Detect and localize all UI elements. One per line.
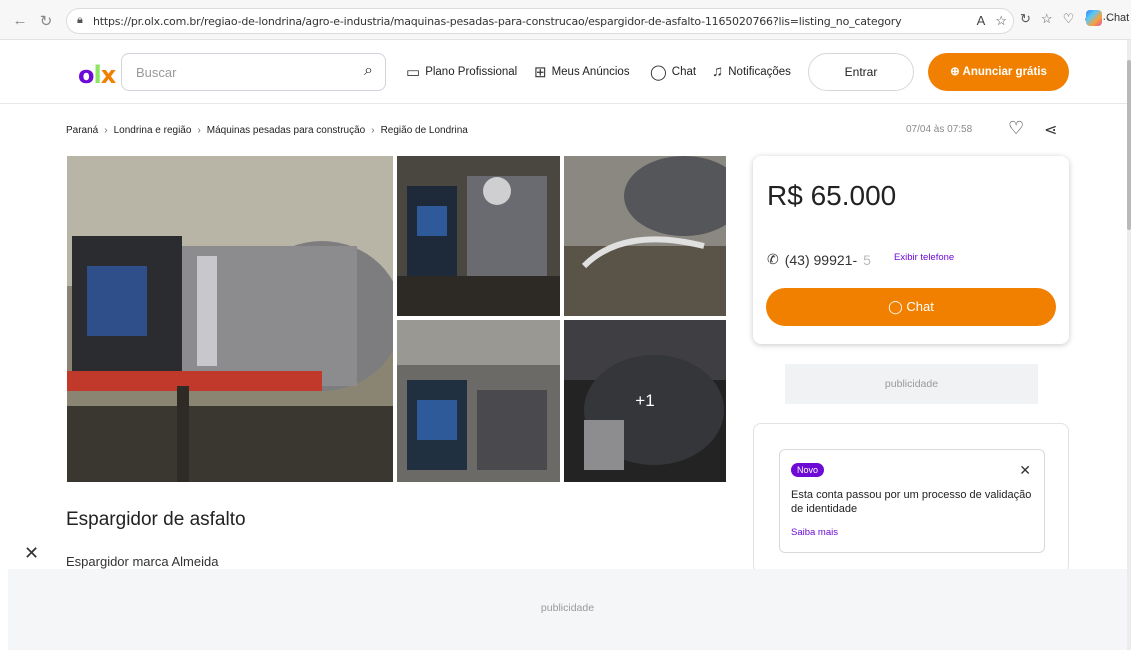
browser-toolbar: ← ↻ 🔒︎ https://pr.olx.com.br/regiao-de-l… (0, 0, 1131, 40)
main-photo[interactable] (67, 156, 393, 482)
bell-icon: ♫ (712, 63, 724, 80)
site-header: olx Buscar ⌕ ▭ Plano Profissional ⊞ Meus A… (0, 40, 1131, 104)
more-photos-label[interactable]: +1 (564, 320, 726, 482)
breadcrumb-item[interactable]: Máquinas pesadas para construção (207, 125, 365, 136)
olx-logo[interactable]: olx (78, 61, 116, 89)
copilot-icon (1086, 10, 1102, 26)
photo-thumb-2[interactable] (397, 156, 560, 316)
price-card: R$ 65.000 ✆ (43) 99921- 5 Exibir telefone… (753, 156, 1069, 344)
search-input[interactable]: Buscar ⌕ (121, 53, 386, 91)
breadcrumb: Paraná › Londrina e região › Máquinas pesa… (66, 125, 468, 136)
read-aloud-icon[interactable]: A (977, 13, 986, 29)
refresh-page-icon[interactable]: ↻ (1020, 11, 1031, 27)
photo-thumb-5[interactable]: +1 (564, 320, 726, 482)
nav-chat[interactable]: ◯ Chat (650, 63, 696, 81)
post-ad-button[interactable]: ⊕ Anunciar grátis (928, 53, 1069, 91)
refresh-icon[interactable]: ↻ (38, 12, 54, 30)
briefcase-icon: ▭ (406, 64, 421, 81)
heart-icon[interactable]: ♡ (1008, 118, 1024, 139)
show-phone-link[interactable]: Exibir telefone (894, 252, 954, 263)
breadcrumb-item[interactable]: Paraná (66, 125, 98, 136)
chat-icon: ◯ (650, 64, 667, 81)
listing-title: Espargidor de asfalto (66, 509, 246, 530)
price: R$ 65.000 (767, 180, 897, 211)
ad-slot-bottom: publicidade (8, 569, 1127, 650)
lock-icon: 🔒︎ (77, 14, 83, 26)
collections-icon[interactable]: ♡ (1063, 11, 1075, 27)
photo-thumb-4[interactable] (397, 320, 560, 482)
grid-icon: ⊞ (534, 64, 547, 81)
ad-slot-small: publicidade (785, 364, 1038, 404)
close-notice-icon[interactable]: ✕ (1019, 462, 1031, 479)
share-icon[interactable]: ⋖ (1044, 120, 1057, 140)
chat-bubble-icon: ◯ (888, 299, 907, 314)
posted-date: 07/04 às 07:58 (906, 124, 973, 135)
scrollbar-thumb[interactable] (1127, 60, 1131, 230)
address-bar[interactable]: 🔒︎ https://pr.olx.com.br/regiao-de-londr… (66, 8, 1014, 34)
phone-icon: ✆ (767, 251, 779, 267)
truck-photo (67, 156, 393, 482)
back-icon[interactable]: ← (12, 12, 28, 29)
nav-plano-profissional[interactable]: ▭ Plano Profissional (406, 63, 517, 81)
copilot-button[interactable]: Chat (1086, 10, 1129, 26)
close-icon[interactable]: ✕ (24, 543, 39, 564)
add-circle-icon: ⊕ (950, 66, 963, 78)
learn-more-link[interactable]: Saiba mais (791, 527, 838, 538)
search-icon[interactable]: ⌕ (364, 62, 373, 80)
photo-thumb-3[interactable] (564, 156, 726, 316)
favorites-icon[interactable]: ☆ (1041, 11, 1053, 27)
url-text[interactable]: https://pr.olx.com.br/regiao-de-londrina… (93, 15, 902, 28)
search-placeholder: Buscar (136, 65, 177, 80)
listing-description: Espargidor marca Almeida (66, 554, 219, 569)
breadcrumb-item[interactable]: Região de Londrina (381, 125, 468, 136)
nav-meus-anuncios[interactable]: ⊞ Meus Anúncios (534, 63, 630, 81)
verification-text: Esta conta passou por um processo de val… (791, 489, 1032, 515)
favorite-star-icon[interactable]: ☆ (995, 13, 1007, 29)
copilot-label: Chat (1106, 12, 1130, 24)
new-badge: Novo (791, 463, 825, 477)
chat-button[interactable]: ◯ Chat (766, 288, 1056, 326)
verification-notice: Novo ✕ Esta conta passou por um processo… (779, 449, 1045, 553)
login-button[interactable]: Entrar (808, 53, 914, 91)
phone-number: ✆ (43) 99921- 5 (767, 251, 871, 268)
nav-notificacoes[interactable]: ♫ Notificações (712, 63, 791, 80)
breadcrumb-item[interactable]: Londrina e região (114, 125, 192, 136)
account-info-card: Novo ✕ Esta conta passou por um processo… (753, 423, 1069, 573)
